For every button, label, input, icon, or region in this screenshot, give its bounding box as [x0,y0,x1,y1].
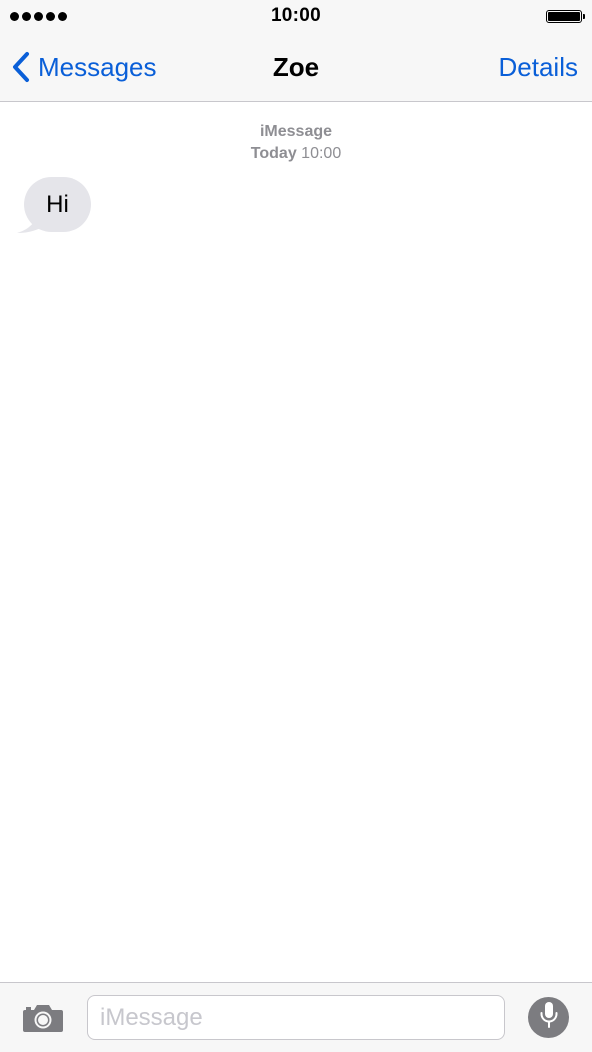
chevron-left-icon [12,51,30,83]
dictation-button[interactable] [528,997,569,1038]
camera-button[interactable] [22,1002,64,1034]
back-label: Messages [38,52,157,82]
status-bar: 10:00 [0,0,592,34]
navigation-bar: Messages Zoe Details [0,34,592,102]
timestamp-time: 10:00 [301,145,342,162]
service-label: iMessage [259,123,333,140]
messages-screen: 10:00 Messages Zoe Details iMessage Toda… [0,0,592,1052]
timestamp: Today 10:00 [0,143,592,165]
battery-full-icon [546,10,585,23]
timestamp-day: Today [250,145,297,162]
back-button[interactable]: Messages [12,50,157,84]
message-input[interactable] [87,995,505,1040]
incoming-message-bubble[interactable]: Hi [24,177,91,232]
status-time: 10:00 [270,5,322,26]
message-row: Hi [17,177,97,235]
composer-bar [0,982,592,1052]
message-text: Hi [46,190,69,218]
camera-icon [22,1005,64,1038]
conversation-header: iMessage Today 10:00 [0,121,592,165]
microphone-icon [539,1001,559,1034]
details-button[interactable]: Details [499,50,578,84]
